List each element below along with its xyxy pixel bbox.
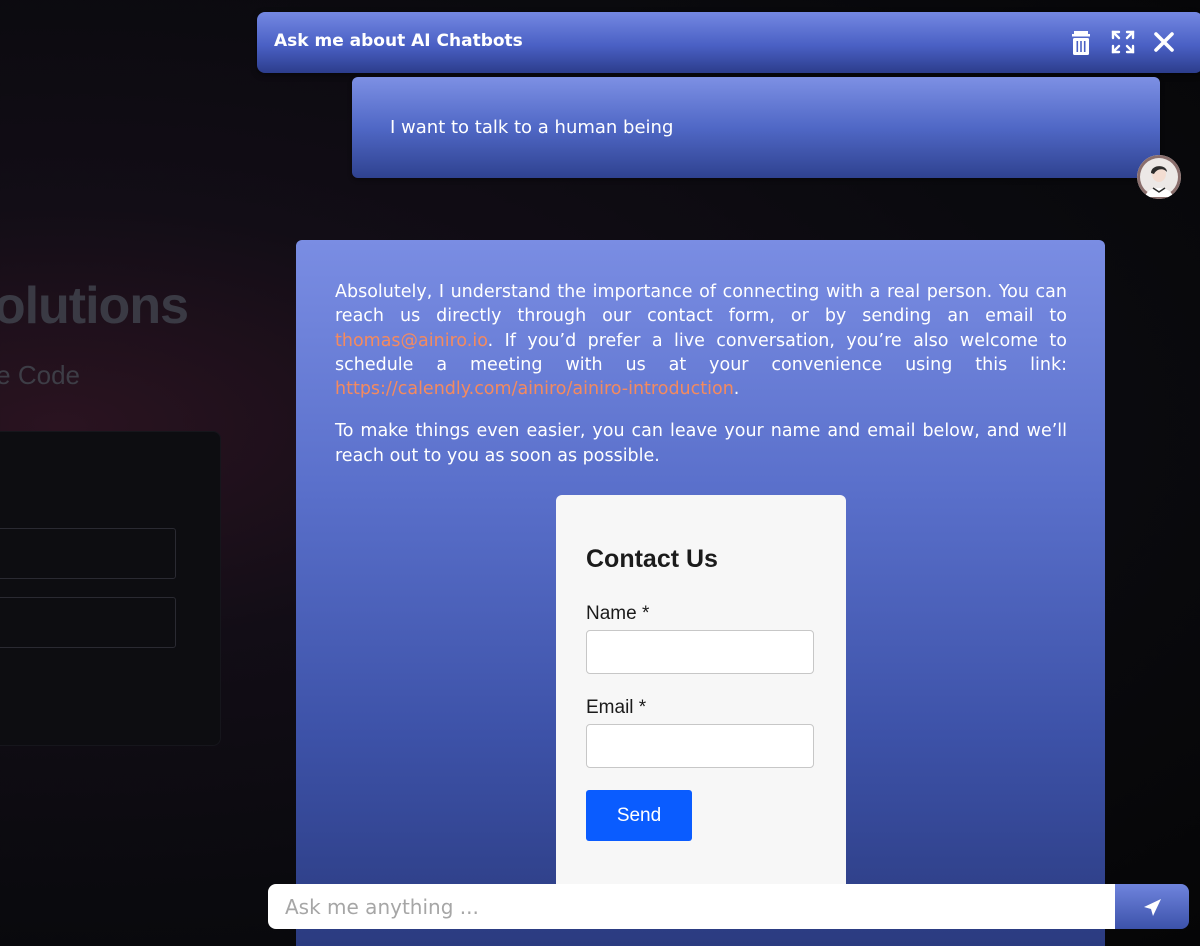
close-icon[interactable] (1151, 29, 1177, 55)
user-message-bubble: I want to talk to a human being (352, 77, 1160, 178)
chat-header: Ask me about AI Chatbots (257, 12, 1200, 73)
submit-message-button[interactable] (1115, 884, 1189, 929)
background-input-2 (0, 597, 176, 648)
send-button[interactable]: Send (586, 790, 692, 841)
calendly-link[interactable]: https://calendly.com/ainiro/ainiro-intro… (335, 379, 734, 399)
email-link[interactable]: thomas@ainiro.io (335, 331, 488, 351)
bot-paragraph-1: Absolutely, I understand the importance … (335, 280, 1067, 401)
contact-form: Contact Us Name * Email * Send (556, 495, 846, 895)
chat-input[interactable]: Ask me anything ... (268, 884, 1115, 929)
name-label: Name * (586, 603, 650, 624)
bot-text-segment: . (733, 379, 740, 400)
expand-icon[interactable] (1110, 29, 1136, 55)
email-field[interactable] (586, 724, 814, 768)
background-form-card (0, 431, 221, 746)
user-avatar-icon (1137, 155, 1181, 199)
contact-form-title: Contact Us (586, 545, 718, 573)
user-message-text: I want to talk to a human being (390, 117, 674, 138)
send-arrow-icon (1144, 899, 1161, 916)
name-field[interactable] (586, 630, 814, 674)
background-headline: olutions (0, 277, 188, 335)
bot-text-segment: Absolutely, I understand the importance … (335, 282, 1067, 327)
trash-icon[interactable] (1068, 29, 1094, 55)
chat-input-placeholder: Ask me anything ... (285, 895, 479, 919)
background-subtitle: e Code (0, 360, 80, 390)
bot-message-bubble: Absolutely, I understand the importance … (296, 240, 1105, 946)
background-input-1 (0, 528, 176, 579)
bot-paragraph-2: To make things even easier, you can leav… (335, 421, 1067, 466)
bot-message-text: Absolutely, I understand the importance … (335, 280, 1067, 486)
chat-title: Ask me about AI Chatbots (274, 31, 523, 51)
email-label: Email * (586, 697, 647, 718)
